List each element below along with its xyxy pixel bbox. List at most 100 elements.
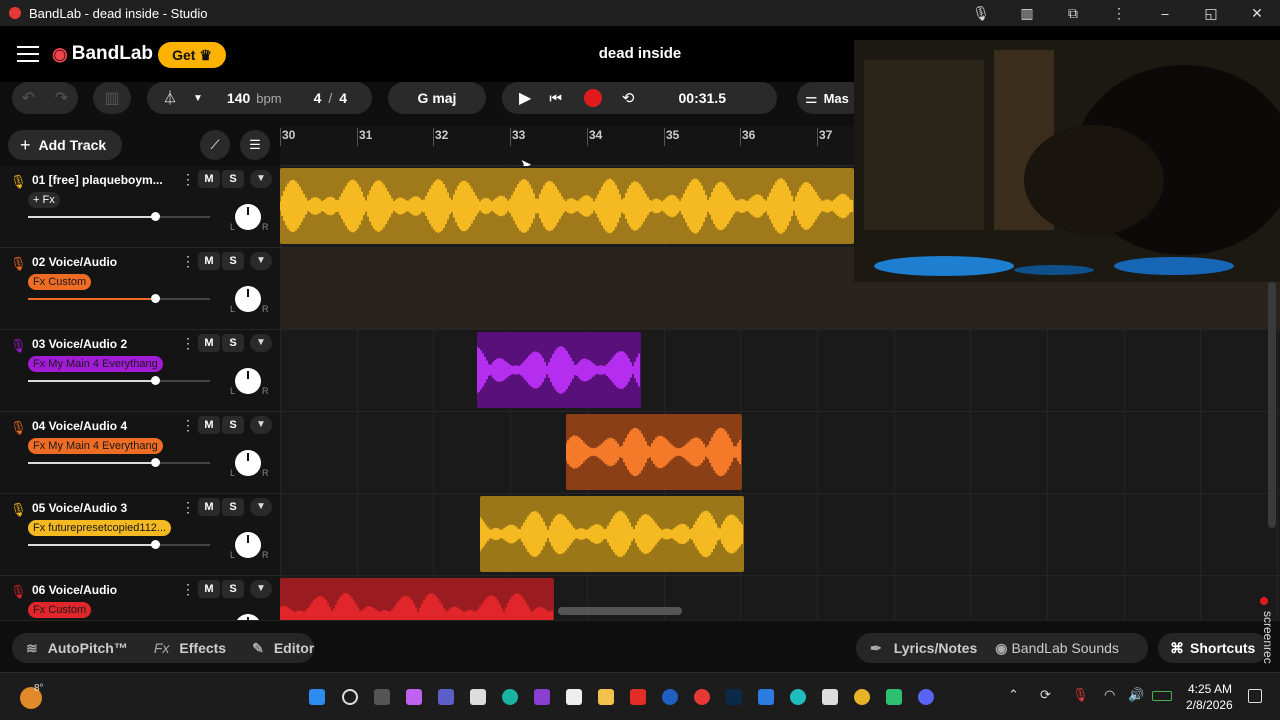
solo-button[interactable]: S — [222, 334, 244, 352]
chevron-down-icon[interactable]: ▼ — [250, 334, 272, 352]
mute-button[interactable]: M — [198, 416, 220, 434]
bandlab-sounds-button[interactable]: BandLab Sounds — [1011, 640, 1118, 656]
chevron-down-icon[interactable]: ▼ — [250, 170, 272, 188]
track-name[interactable]: 05 Voice/Audio 3 — [32, 501, 174, 515]
windows-start-icon[interactable] — [309, 689, 325, 705]
shortcuts-button[interactable]: ⌘ Shortcuts — [1158, 633, 1268, 663]
discord-icon[interactable] — [918, 689, 934, 705]
add-track-button[interactable]: + Add Track — [8, 130, 122, 160]
track-row[interactable]: 🎙 02 Voice/Audio ⋮ M S ▼ Fx Custom L R — [0, 248, 280, 330]
chevron-down-icon[interactable]: ▼ — [250, 416, 272, 434]
audio-clip[interactable] — [480, 496, 744, 572]
instrument-button[interactable]: ▥ — [93, 82, 131, 114]
vertical-scrollbar[interactable] — [1268, 282, 1276, 528]
piano-icon[interactable]: ▥ — [1004, 5, 1050, 22]
track-name[interactable]: 01 [free] plaqueboym... — [32, 173, 174, 187]
mute-button[interactable]: M — [198, 170, 220, 188]
audio-clip[interactable] — [280, 168, 854, 244]
track-name[interactable]: 04 Voice/Audio 4 — [32, 419, 174, 433]
capcut-icon[interactable] — [822, 689, 838, 705]
audio-clip[interactable] — [280, 578, 554, 620]
solo-button[interactable]: S — [222, 580, 244, 598]
search-icon[interactable] — [342, 689, 358, 705]
record-icon[interactable] — [583, 89, 602, 107]
app-icon[interactable] — [758, 689, 774, 705]
key-selector[interactable]: G maj — [388, 82, 486, 114]
close-button[interactable]: ✕ — [1234, 5, 1280, 22]
track-row[interactable]: 🎙 01 [free] plaqueboym... ⋮ M S ▼ + Fx L… — [0, 166, 280, 248]
editor-button[interactable]: Editor — [274, 640, 314, 656]
effects-button[interactable]: Effects — [179, 640, 226, 656]
chevron-up-icon[interactable]: ⌃ — [1008, 687, 1019, 703]
track-settings-icon[interactable]: ☰ — [240, 130, 270, 160]
timeline-ruler[interactable]: 30 31 32 33 34 35 36 37 ➤ — [279, 126, 854, 172]
track-name[interactable]: 02 Voice/Audio — [32, 255, 174, 269]
track-row[interactable]: 🎙 05 Voice/Audio 3 ⋮ M S ▼ Fx futurepres… — [0, 494, 280, 576]
track-name[interactable]: 03 Voice/Audio 2 — [32, 337, 174, 351]
skip-back-icon[interactable]: ⏮ — [549, 90, 562, 107]
pan-knob[interactable] — [235, 532, 261, 558]
track-name[interactable]: 06 Voice/Audio — [32, 583, 174, 597]
bpm-value[interactable]: 140 — [227, 90, 250, 106]
pan-knob[interactable] — [235, 368, 261, 394]
track-menu-icon[interactable]: ⋮ — [181, 499, 195, 516]
track-lane[interactable] — [280, 412, 1280, 494]
fx-preset-tag[interactable]: Fx Custom — [28, 274, 92, 290]
hamburger-menu-icon[interactable] — [17, 46, 39, 62]
play-icon[interactable]: ▶ — [519, 88, 531, 108]
mute-button[interactable]: M — [198, 498, 220, 516]
pan-knob[interactable] — [235, 450, 261, 476]
volume-slider[interactable] — [28, 458, 210, 467]
file-explorer-icon[interactable] — [598, 689, 614, 705]
undo-icon[interactable]: ↶ — [22, 88, 35, 108]
metronome-icon[interactable]: ⏃ — [163, 88, 177, 108]
project-title[interactable]: dead inside — [540, 45, 740, 62]
clock-time[interactable]: 4:25 AM — [1188, 682, 1232, 696]
edge-icon[interactable] — [502, 689, 518, 705]
fx-preset-tag[interactable]: Fx My Main 4 Everythang — [28, 438, 163, 454]
mic-tray-icon[interactable]: 🎙 — [1072, 687, 1089, 703]
hp-icon[interactable] — [662, 689, 678, 705]
chevron-down-icon[interactable]: ▼ — [193, 93, 203, 104]
mic-icon[interactable]: 🎙 — [10, 256, 27, 272]
clock-date[interactable]: 2/8/2026 — [1186, 698, 1233, 712]
loop-icon[interactable]: ⟲ — [622, 89, 635, 107]
notifications-icon[interactable] — [1248, 689, 1262, 703]
time-signature-numerator[interactable]: 4 — [314, 90, 322, 106]
mic-icon[interactable]: 🎙 — [10, 502, 27, 518]
teams-icon[interactable] — [438, 689, 454, 705]
app-icon[interactable] — [534, 689, 550, 705]
redo-icon[interactable]: ↷ — [55, 88, 68, 108]
autopitch-button[interactable]: AutoPitch™ — [48, 640, 128, 656]
fx-preset-tag[interactable]: Fx futurepresetcopied112... — [28, 520, 172, 536]
extensions-icon[interactable]: ⧉ — [1050, 5, 1096, 22]
volume-slider[interactable] — [28, 212, 210, 221]
fx-preset-tag[interactable]: + Fx — [28, 192, 60, 208]
wifi-icon[interactable]: ◠ — [1104, 687, 1115, 703]
task-view-icon[interactable] — [374, 689, 390, 705]
copilot-icon[interactable] — [406, 689, 422, 705]
chevron-down-icon[interactable]: ▼ — [250, 498, 272, 516]
fx-preset-tag[interactable]: Fx My Main 4 Everythang — [28, 356, 163, 372]
mic-icon[interactable]: 🎙 — [10, 338, 27, 354]
volume-slider[interactable] — [28, 376, 210, 385]
solo-button[interactable]: S — [222, 170, 244, 188]
track-menu-icon[interactable]: ⋮ — [181, 581, 195, 598]
get-membership-button[interactable]: Get ♛ — [158, 42, 226, 68]
amazon-icon[interactable] — [566, 689, 582, 705]
track-menu-icon[interactable]: ⋮ — [181, 335, 195, 352]
track-menu-icon[interactable]: ⋮ — [181, 253, 195, 270]
chrome-icon[interactable] — [854, 689, 870, 705]
volume-slider[interactable] — [28, 540, 210, 549]
more-icon[interactable]: ⋮ — [1096, 5, 1142, 22]
audio-clip[interactable] — [566, 414, 742, 490]
mute-button[interactable]: M — [198, 334, 220, 352]
maximize-button[interactable]: ◱ — [1188, 5, 1234, 22]
volume-slider[interactable] — [28, 294, 210, 303]
track-lane[interactable] — [280, 330, 1280, 412]
track-lane[interactable] — [280, 494, 1280, 576]
chevron-down-icon[interactable]: ▼ — [250, 252, 272, 270]
battery-icon[interactable] — [1152, 691, 1172, 701]
time-signature-denominator[interactable]: 4 — [339, 90, 347, 106]
solo-button[interactable]: S — [222, 416, 244, 434]
